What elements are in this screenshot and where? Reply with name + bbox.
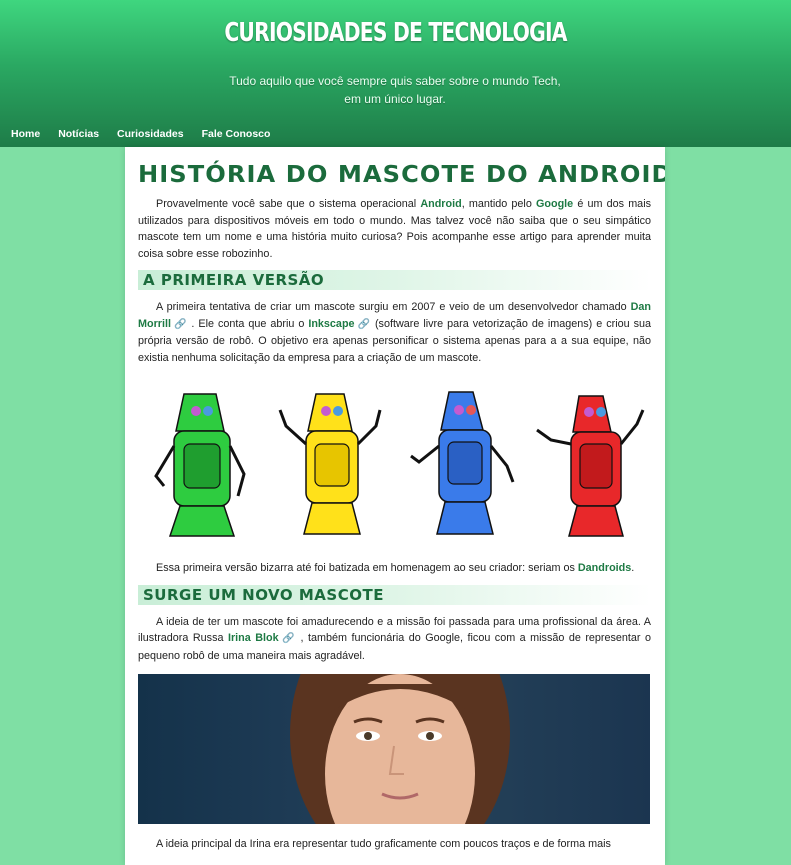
nav-noticias[interactable]: Notícias (48, 124, 107, 144)
link-inkscape[interactable]: Inkscape (308, 318, 354, 330)
text: Essa primeira versão bizarra até foi bat… (156, 562, 578, 574)
text: Provavelmente você sabe que o sistema op… (156, 198, 421, 210)
link-icon: 🔗 (173, 318, 188, 330)
text: . Ele conta que abriu o (187, 317, 309, 330)
nav-curiosidades[interactable]: Curiosidades (107, 124, 192, 144)
highlight-android: Android (420, 198, 462, 210)
intro-paragraph: Provavelmente você sabe que o sistema op… (138, 196, 651, 262)
section-heading-primeira-versao: A primeira versão (138, 270, 651, 290)
text: , mantido pelo (461, 198, 536, 210)
robot-red (536, 395, 645, 537)
main-nav: Home Notícias Curiosidades Fale Conosco (0, 124, 278, 144)
section-heading-novo-mascote: Surge um novo mascote (138, 584, 651, 605)
robot-green (154, 393, 246, 537)
link-icon: 🔗 (280, 633, 297, 644)
dandroids-illustration (144, 386, 647, 546)
paragraph-ideia-irina: A ideia principal da Irina era represent… (156, 838, 611, 850)
link-icon: 🔗 (356, 318, 371, 330)
robot-blue (409, 391, 515, 535)
site-title: CURIOSIDADES DE TECNOLOGIA (224, 18, 567, 48)
paragraph-primeira-versao: A primeira tentativa de criar um mascote… (138, 299, 651, 366)
highlight-google: Google (535, 198, 574, 210)
portrait-image (290, 674, 510, 824)
site-header: CURIOSIDADES DE TECNOLOGIA Tudo aquilo q… (0, 0, 791, 147)
paragraph-dandroids: Essa primeira versão bizarra até foi bat… (138, 560, 651, 577)
text: A primeira tentativa de criar um mascote… (156, 301, 631, 313)
text: . (631, 562, 635, 574)
irina-blok-photo (138, 674, 650, 824)
robot-yellow (278, 393, 382, 535)
nav-fale-conosco[interactable]: Fale Conosco (192, 124, 279, 144)
site-subtitle: Tudo aquilo que você sempre quis saber s… (229, 74, 561, 106)
paragraph-novo-mascote: A ideia de ter um mascote foi amadurecen… (138, 614, 651, 665)
link-irina-blok[interactable]: Irina Blok (228, 632, 279, 644)
article-content: História do mascote do Android Provavelm… (125, 147, 665, 865)
article-title: História do mascote do Android (138, 162, 665, 188)
nav-home[interactable]: Home (0, 124, 48, 144)
highlight-dandroids: Dandroids (577, 562, 632, 574)
